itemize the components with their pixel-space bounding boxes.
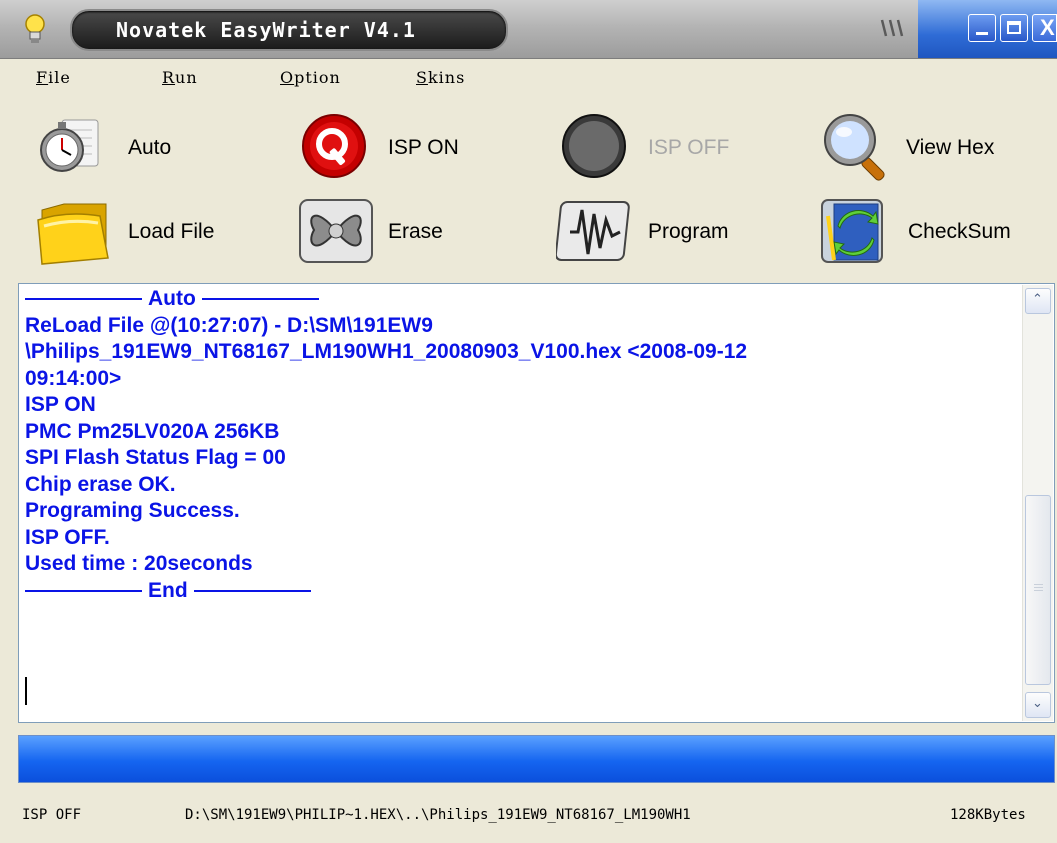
log-line: ISP OFF. bbox=[25, 525, 110, 549]
scroll-thumb[interactable] bbox=[1025, 495, 1051, 685]
log-line: ReLoad File @(10:27:07) - D:\SM\191EW9 bbox=[25, 313, 433, 337]
program-button[interactable]: Program bbox=[554, 196, 756, 266]
isp-on-icon bbox=[296, 112, 376, 182]
menu-skins[interactable]: Skins bbox=[416, 68, 465, 87]
log-header-label: Auto bbox=[148, 287, 196, 310]
status-bar: ISP OFF D:\SM\191EW9\PHILIP~1.HEX\..\Phi… bbox=[0, 790, 1057, 843]
title-bar[interactable]: Novatek EasyWriter V4.1 X bbox=[0, 0, 1057, 59]
menu-option[interactable]: Option bbox=[280, 68, 341, 87]
load-file-label: Load File bbox=[128, 220, 215, 243]
checksum-label: CheckSum bbox=[908, 220, 1011, 243]
isp-on-label: ISP ON bbox=[388, 136, 459, 159]
chevron-down-icon: ⌄ bbox=[1032, 695, 1043, 710]
view-hex-button[interactable]: View Hex bbox=[818, 112, 1038, 182]
menu-bar: File Run Option Skins bbox=[0, 62, 1057, 92]
grip-icon bbox=[878, 16, 914, 40]
vertical-scrollbar[interactable]: ⌃ ⌄ bbox=[1022, 285, 1053, 721]
erase-label: Erase bbox=[388, 220, 443, 243]
chevron-up-icon: ⌃ bbox=[1032, 291, 1043, 306]
isp-off-button[interactable]: ISP OFF bbox=[556, 112, 756, 182]
log-line: ISP ON bbox=[25, 393, 96, 416]
text-caret bbox=[25, 677, 27, 705]
folder-icon bbox=[36, 196, 116, 266]
program-label: Program bbox=[648, 220, 729, 243]
title-pill: Novatek EasyWriter V4.1 bbox=[70, 9, 508, 51]
log-footer-label: End bbox=[148, 578, 188, 602]
menu-file[interactable]: File bbox=[36, 68, 71, 87]
status-path: D:\SM\191EW9\PHILIP~1.HEX\..\Philips_191… bbox=[185, 807, 691, 823]
log-line: PMC Pm25LV020A 256KB bbox=[25, 419, 280, 443]
auto-label: Auto bbox=[128, 136, 172, 159]
log-line: \Philips_191EW9_NT68167_LM190WH1_2008090… bbox=[25, 340, 748, 363]
log-lines: Auto ReLoad File @(10:27:07) - D:\SM\191… bbox=[25, 286, 1025, 604]
isp-off-label: ISP OFF bbox=[648, 136, 730, 159]
window-title: Novatek EasyWriter V4.1 bbox=[116, 18, 416, 42]
log-line: Chip erase OK. bbox=[25, 472, 176, 496]
log-line: Used time : 20seconds bbox=[25, 552, 253, 575]
log-header: Auto bbox=[25, 286, 1025, 313]
menu-run[interactable]: Run bbox=[162, 68, 198, 87]
log-output[interactable]: Auto ReLoad File @(10:27:07) - D:\SM\191… bbox=[18, 283, 1055, 723]
log-line: SPI Flash Status Flag = 00 bbox=[25, 446, 286, 469]
maximize-button[interactable] bbox=[1000, 14, 1028, 42]
status-size: 128KBytes bbox=[950, 807, 1026, 823]
isp-off-moon-icon bbox=[556, 112, 636, 182]
scroll-down-button[interactable]: ⌄ bbox=[1025, 692, 1051, 718]
separator-line bbox=[193, 589, 311, 592]
load-file-button[interactable]: Load File bbox=[36, 196, 246, 266]
close-button[interactable]: X bbox=[1032, 14, 1057, 42]
scroll-up-button[interactable]: ⌃ bbox=[1025, 288, 1051, 314]
app-icon[interactable] bbox=[20, 12, 50, 46]
log-line: Programing Success. bbox=[25, 499, 240, 522]
isp-on-button[interactable]: ISP ON bbox=[296, 112, 496, 182]
magnifier-icon bbox=[818, 112, 898, 182]
program-icon bbox=[554, 196, 636, 266]
checksum-button[interactable]: CheckSum bbox=[818, 196, 1043, 266]
stopwatch-icon bbox=[36, 112, 116, 182]
checksum-icon bbox=[818, 196, 898, 266]
status-state: ISP OFF bbox=[22, 807, 82, 823]
log-line: 09:14:00> bbox=[25, 366, 122, 390]
minimize-button[interactable] bbox=[968, 14, 996, 42]
progress-bar bbox=[18, 735, 1055, 783]
erase-icon bbox=[296, 196, 376, 266]
progress-fill bbox=[19, 736, 1054, 782]
view-hex-label: View Hex bbox=[906, 136, 995, 159]
log-footer: End bbox=[25, 578, 1025, 605]
app-window: Novatek EasyWriter V4.1 X File Run Optio… bbox=[0, 0, 1057, 843]
auto-button[interactable]: Auto bbox=[36, 112, 216, 182]
separator-line bbox=[201, 298, 319, 301]
close-icon: X bbox=[1040, 15, 1055, 40]
separator-line bbox=[25, 298, 142, 301]
separator-line bbox=[25, 589, 142, 592]
erase-button[interactable]: Erase bbox=[296, 196, 496, 266]
